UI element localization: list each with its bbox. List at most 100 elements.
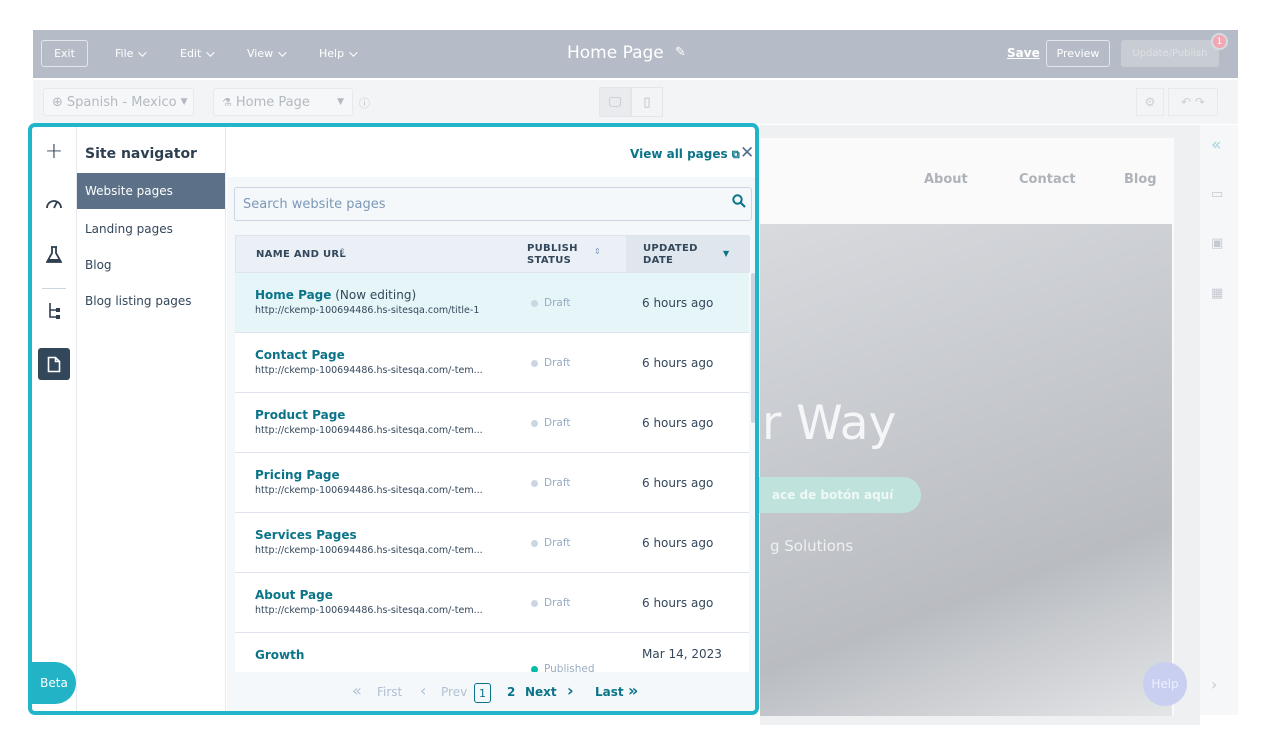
page-name: Services Pages (255, 528, 357, 542)
rail-divider (42, 288, 66, 289)
status-dot-icon (531, 479, 538, 487)
status-dot-icon (531, 419, 538, 427)
publish-status: Draft (531, 477, 570, 489)
page-name: Home Page (Now editing) (255, 288, 416, 302)
pencil-icon[interactable]: ✎ (675, 45, 686, 60)
calendar-icon[interactable]: ▦ (1211, 286, 1223, 301)
info-icon[interactable]: ⓘ (359, 95, 370, 111)
flask-icon[interactable] (40, 241, 68, 269)
next-page-link[interactable]: Next (525, 685, 557, 699)
table-row[interactable]: Product Page http://ckemp-100694486.hs-s… (235, 393, 749, 453)
view-all-pages-link[interactable]: View all pages ⧉ (630, 147, 740, 162)
search-input[interactable]: Search website pages (234, 187, 752, 221)
desktop-view-icon[interactable]: 🖵 (599, 87, 631, 117)
settings-icon[interactable]: ⚙ (1136, 88, 1164, 116)
double-chevron-left-icon[interactable]: « (1211, 135, 1221, 155)
help-button[interactable]: Help (1143, 662, 1187, 706)
page-url: http://ckemp-100694486.hs-sitesqa.com/-t… (255, 485, 483, 496)
status-dot-icon (531, 539, 538, 547)
table-row[interactable]: Services Pages http://ckemp-100694486.hs… (235, 513, 749, 573)
sort-icon[interactable]: ⇕ (339, 247, 346, 256)
sitemap-icon[interactable] (40, 297, 68, 325)
caret-down-icon: ▼ (337, 97, 344, 107)
menu-view[interactable]: View (247, 47, 287, 60)
search-placeholder: Search website pages (243, 196, 386, 212)
page-2-link[interactable]: 2 (507, 685, 515, 699)
document-icon[interactable] (38, 348, 70, 380)
update-button[interactable]: Update/Publish (1121, 40, 1219, 67)
page-select[interactable]: ⚗ Home Page ▼ (213, 88, 353, 116)
table-row[interactable]: Home Page (Now editing) http://ckemp-100… (235, 273, 749, 333)
updated-date: 6 hours ago (642, 596, 714, 610)
sort-desc-icon[interactable]: ▼ (723, 249, 729, 258)
chevron-down-icon (349, 47, 358, 57)
nav-landing-pages[interactable]: Landing pages (77, 211, 225, 247)
chevron-left-icon[interactable]: ‹ (420, 681, 426, 700)
undo-redo-icon[interactable]: ↶ ↷ (1168, 88, 1218, 116)
preview-hero-image (760, 224, 1172, 716)
chevron-right-icon[interactable]: › (1211, 675, 1217, 694)
status-dot-icon (531, 359, 538, 367)
updated-date: 6 hours ago (642, 416, 714, 430)
status-dot-icon (531, 299, 538, 307)
updated-date: 6 hours ago (642, 536, 714, 550)
column-name-and-url[interactable]: NAME AND URL (256, 249, 346, 261)
column-publish-status[interactable]: PUBLISH STATUS (527, 243, 578, 267)
editor-screen: Exit File Edit View Help Home Page ✎ Sav… (0, 0, 1267, 750)
preview-nav-about: About (924, 172, 968, 187)
list-scrollbar[interactable] (751, 273, 755, 423)
beta-badge[interactable]: Beta (32, 662, 76, 704)
table-row[interactable]: Growth Published Mar 14, 2023 (235, 633, 749, 675)
mobile-view-icon[interactable]: ▯ (631, 87, 663, 117)
page-title[interactable]: Home Page (567, 43, 664, 63)
sort-icon[interactable]: ⇕ (594, 247, 601, 256)
exit-button[interactable]: Exit (41, 40, 88, 67)
chevron-right-icon[interactable]: › (567, 681, 574, 700)
double-chevron-left-icon[interactable]: « (352, 681, 362, 700)
last-page-link[interactable]: Last (595, 685, 624, 699)
double-chevron-right-icon[interactable]: » (628, 681, 638, 700)
view-all-label: View all pages (630, 147, 728, 161)
menu-edit[interactable]: Edit (180, 47, 215, 60)
column-updated-date[interactable]: UPDATED DATE (643, 243, 698, 267)
updated-date: 6 hours ago (642, 476, 714, 490)
updated-date: Mar 14, 2023 (642, 647, 722, 661)
menu-edit-label: Edit (180, 47, 202, 60)
publish-status: Draft (531, 297, 570, 309)
close-icon[interactable]: ✕ (740, 143, 754, 163)
save-button[interactable]: Save (1007, 46, 1040, 60)
prev-page-link[interactable]: Prev (441, 685, 467, 699)
gauge-icon[interactable] (40, 189, 68, 217)
status-text: Draft (544, 477, 571, 489)
table-row[interactable]: Pricing Page http://ckemp-100694486.hs-s… (235, 453, 749, 513)
language-select[interactable]: ⊕ Spanish - Mexico ▼ (43, 88, 194, 116)
language-label: Spanish - Mexico (66, 94, 177, 110)
current-page[interactable]: 1 (474, 683, 491, 703)
preview-subtitle: g Solutions (770, 537, 854, 555)
right-sidebar (1200, 125, 1238, 715)
page-name: About Page (255, 588, 333, 602)
publish-label: PUBLISH (527, 243, 578, 254)
status-text: Draft (544, 297, 571, 309)
search-icon[interactable] (732, 194, 746, 208)
add-icon[interactable]: + (40, 137, 68, 165)
window-icon[interactable]: ▣ (1211, 236, 1223, 251)
comment-icon[interactable]: ▭ (1211, 187, 1223, 202)
nav-blog-listing-pages[interactable]: Blog listing pages (77, 283, 225, 319)
first-page-link[interactable]: First (377, 685, 402, 699)
table-row[interactable]: About Page http://ckemp-100694486.hs-sit… (235, 573, 749, 633)
publish-status: Draft (531, 537, 570, 549)
nav-blog[interactable]: Blog (77, 247, 225, 283)
preview-nav-contact: Contact (1019, 172, 1076, 187)
nav-website-pages[interactable]: Website pages (77, 173, 225, 209)
chevron-down-icon (138, 47, 148, 57)
menu-help[interactable]: Help (319, 47, 358, 60)
menu-file[interactable]: File (115, 47, 148, 60)
status-text: Draft (544, 357, 571, 369)
left-rail: + Beta (32, 127, 77, 711)
preview-button[interactable]: Preview (1046, 40, 1110, 67)
table-row[interactable]: Contact Page http://ckemp-100694486.hs-s… (235, 333, 749, 393)
updated-date: 6 hours ago (642, 296, 714, 310)
status-text: Draft (544, 417, 571, 429)
preview-cta-label: ace de botón aquí (772, 488, 894, 502)
